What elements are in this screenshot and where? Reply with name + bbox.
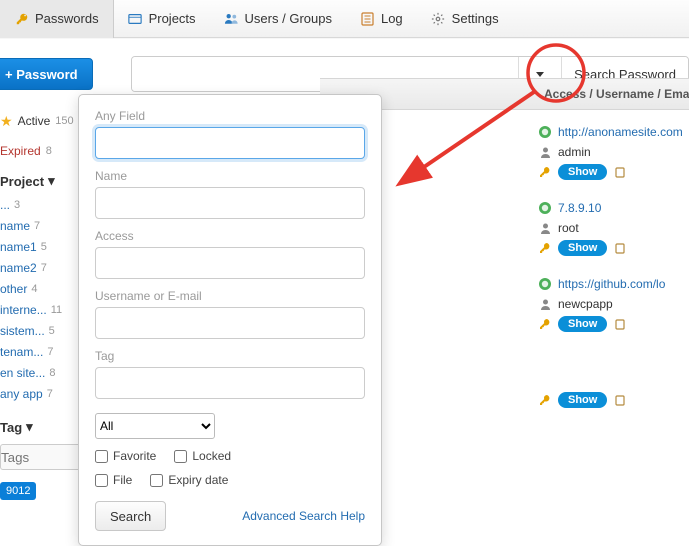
copy-icon[interactable] <box>613 241 627 255</box>
globe-icon <box>538 125 552 139</box>
show-password-button[interactable]: Show <box>558 240 607 256</box>
entry-username: newcpapp <box>558 297 613 311</box>
password-entry: http://anonamesite.com admin Show <box>538 122 689 182</box>
copy-icon[interactable] <box>613 317 627 331</box>
show-password-button[interactable]: Show <box>558 392 607 408</box>
tab-settings[interactable]: Settings <box>417 0 513 38</box>
entry-access-link[interactable]: https://github.com/lo <box>558 277 665 291</box>
sidebar-project-item[interactable]: any app 7 <box>0 383 84 404</box>
sidebar-project-item[interactable]: sistem... 5 <box>0 320 84 341</box>
sidebar-project-item[interactable]: name2 7 <box>0 257 84 278</box>
field-label: Any Field <box>95 109 365 123</box>
entry-username: root <box>558 221 579 235</box>
file-checkbox[interactable]: File <box>95 473 132 487</box>
entry-access-link[interactable]: http://anonamesite.com <box>558 125 683 139</box>
sidebar-project-item[interactable]: other 4 <box>0 278 84 299</box>
locked-checkbox[interactable]: Locked <box>174 449 231 463</box>
globe-icon <box>538 201 552 215</box>
gear-icon <box>431 11 446 26</box>
sidebar-project-item[interactable]: ... 3 <box>0 194 84 215</box>
show-password-button[interactable]: Show <box>558 164 607 180</box>
sidebar-project-item[interactable]: name1 5 <box>0 236 84 257</box>
sidebar-project-item[interactable]: name 7 <box>0 215 84 236</box>
star-icon: ★ <box>0 113 13 130</box>
tab-label: Users / Groups <box>245 11 332 26</box>
favorite-checkbox[interactable]: Favorite <box>95 449 156 463</box>
user-icon <box>538 221 552 235</box>
new-password-button[interactable]: + Password <box>0 58 93 90</box>
sidebar-project-item[interactable]: interne... 11 <box>0 299 84 320</box>
tab-users[interactable]: Users / Groups <box>210 0 346 38</box>
panel-search-button[interactable]: Search <box>95 501 166 531</box>
advanced-search-help-link[interactable]: Advanced Search Help <box>242 509 365 523</box>
users-icon <box>224 11 239 26</box>
user-icon <box>538 297 552 311</box>
sidebar-label: Expired <box>0 144 41 158</box>
entries-list: http://anonamesite.com admin Show 7.8.9.… <box>538 122 689 426</box>
chevron-down-icon: ▾ <box>26 419 33 435</box>
tab-log[interactable]: Log <box>346 0 417 38</box>
sidebar-active[interactable]: ★ Active 150 <box>0 110 84 132</box>
key-icon <box>538 241 552 255</box>
expiry-checkbox[interactable]: Expiry date <box>150 473 228 487</box>
copy-icon[interactable] <box>613 393 627 407</box>
log-icon <box>360 11 375 26</box>
password-entry: https://github.com/lo newcpapp Show <box>538 274 689 334</box>
username-input[interactable] <box>95 307 365 339</box>
globe-icon <box>538 277 552 291</box>
sidebar-tag-input[interactable] <box>0 444 82 470</box>
field-label: Username or E-mail <box>95 289 365 303</box>
password-entry: x x Show <box>538 350 689 410</box>
column-header-label: Access / Username / Email <box>544 87 689 101</box>
tab-projects[interactable]: Projects <box>114 0 210 38</box>
sidebar-project-item[interactable]: tenam... 7 <box>0 341 84 362</box>
sidebar-project-item[interactable]: en site... 8 <box>0 362 84 383</box>
advanced-search-panel: Any Field Name Access Username or E-mail… <box>78 94 382 546</box>
sidebar-count: 8 <box>46 145 52 157</box>
tab-passwords[interactable]: Passwords <box>0 0 114 38</box>
tab-label: Log <box>381 11 403 26</box>
tab-label: Passwords <box>35 11 99 26</box>
filter-select[interactable]: All <box>95 413 215 439</box>
any-field-input[interactable] <box>95 127 365 159</box>
folder-icon <box>128 11 143 26</box>
sidebar-tag-chip[interactable]: 9012 <box>0 482 36 500</box>
sidebar-label: Active <box>18 114 51 128</box>
field-label: Access <box>95 229 365 243</box>
entry-username: admin <box>558 145 591 159</box>
copy-icon[interactable] <box>613 165 627 179</box>
key-icon <box>538 393 552 407</box>
name-input[interactable] <box>95 187 365 219</box>
top-nav: Passwords Projects Users / Groups Log Se… <box>0 0 689 38</box>
password-entry: 7.8.9.10 root Show <box>538 198 689 258</box>
sidebar-project-header[interactable]: Project ▾ <box>0 168 84 194</box>
key-icon <box>538 317 552 331</box>
entry-access-link[interactable]: 7.8.9.10 <box>558 201 601 215</box>
access-input[interactable] <box>95 247 365 279</box>
sidebar-count: 150 <box>55 115 73 127</box>
field-label: Name <box>95 169 365 183</box>
key-icon <box>14 11 29 26</box>
tag-input[interactable] <box>95 367 365 399</box>
tab-label: Settings <box>452 11 499 26</box>
field-label: Tag <box>95 349 365 363</box>
sidebar-expired[interactable]: Expired 8 <box>0 140 84 162</box>
show-password-button[interactable]: Show <box>558 316 607 332</box>
key-icon <box>538 165 552 179</box>
sidebar-tag-header[interactable]: Tag ▾ <box>0 414 84 440</box>
tab-label: Projects <box>149 11 196 26</box>
chevron-down-icon: ▾ <box>48 173 55 189</box>
caret-down-icon <box>536 72 544 77</box>
user-icon <box>538 145 552 159</box>
